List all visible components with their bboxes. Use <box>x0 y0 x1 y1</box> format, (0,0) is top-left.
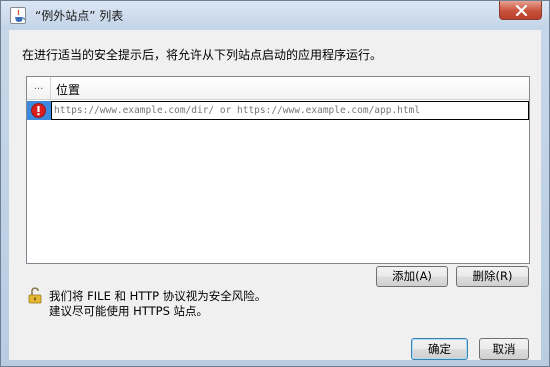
error-icon <box>31 103 46 118</box>
column-header-location[interactable]: 位置 <box>56 81 80 98</box>
site-list[interactable]: ... 位置 <box>26 76 530 264</box>
warning-text-line-2: 建议尽可能使用 HTTPS 站点。 <box>49 304 209 318</box>
window-title: “例外站点” 列表 <box>35 9 124 23</box>
close-button[interactable] <box>499 1 542 20</box>
row-status-cell[interactable] <box>27 101 51 120</box>
title-bar[interactable]: “例外站点” 列表 <box>1 1 549 29</box>
location-input[interactable] <box>51 101 529 120</box>
close-icon <box>515 5 528 16</box>
unlocked-padlock-icon <box>28 287 42 304</box>
warning-text-line-1: 我们将 FILE 和 HTTP 协议视为安全风险。 <box>49 289 267 303</box>
cancel-button[interactable]: 取消 <box>479 338 529 360</box>
column-header-status[interactable]: ... <box>27 77 51 99</box>
ok-button[interactable]: 确定 <box>411 338 468 360</box>
remove-button[interactable]: 删除(R) <box>456 266 529 287</box>
instruction-text: 在进行适当的安全提示后，将允许从下列站点启动的应用程序运行。 <box>22 48 383 62</box>
java-cup-icon <box>10 7 26 24</box>
list-header: ... 位置 <box>27 77 529 100</box>
list-row[interactable] <box>27 101 529 120</box>
dialog-body: 在进行适当的安全提示后，将允许从下列站点启动的应用程序运行。 ... 位置 添加… <box>9 30 541 360</box>
add-button[interactable]: 添加(A) <box>376 266 448 287</box>
exception-site-list-dialog: “例外站点” 列表 在进行适当的安全提示后，将允许从下列站点启动的应用程序运行。… <box>0 0 550 367</box>
